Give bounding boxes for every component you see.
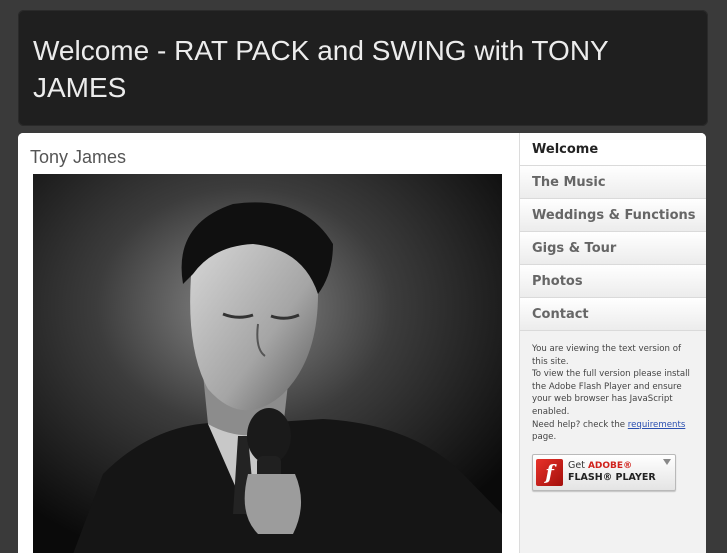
nav-item-label: Photos	[532, 273, 583, 289]
flash-notice: You are viewing the text version of this…	[532, 343, 690, 444]
site-header: Welcome - RAT PACK and SWING with TONY J…	[18, 10, 708, 126]
sidebar: Welcome The Music Weddings & Functions G…	[519, 133, 706, 553]
flash-product-text: FLASH® PLAYER	[568, 472, 656, 483]
download-arrow-icon	[663, 459, 671, 465]
main-panel: Tony James Welcome The Music Weddings & …	[18, 133, 706, 553]
singer-photo-illustration	[33, 174, 502, 553]
page-title: Welcome - RAT PACK and SWING with TONY J…	[33, 35, 609, 103]
notice-line-3-prefix: Need help? check the	[532, 419, 628, 430]
nav-item-label: Gigs & Tour	[532, 240, 617, 256]
nav-item-weddings-functions[interactable]: Weddings & Functions	[520, 199, 706, 232]
get-flash-player-button[interactable]: f Get ADOBE® FLASH® PLAYER	[532, 454, 676, 491]
content-area: Tony James	[18, 133, 519, 553]
flash-get-text: Get	[568, 460, 585, 471]
main-nav: Welcome The Music Weddings & Functions G…	[520, 133, 706, 331]
nav-item-contact[interactable]: Contact	[520, 298, 706, 331]
nav-item-label: Contact	[532, 306, 589, 322]
notice-line-2: To view the full version please install …	[532, 369, 690, 417]
nav-item-gigs-tour[interactable]: Gigs & Tour	[520, 232, 706, 265]
nav-item-the-music[interactable]: The Music	[520, 166, 706, 199]
singer-photo	[33, 174, 502, 553]
notice-line-1: You are viewing the text version of this…	[532, 344, 682, 367]
nav-item-label: The Music	[532, 174, 606, 190]
nav-item-photos[interactable]: Photos	[520, 265, 706, 298]
notice-line-3-suffix: page.	[532, 432, 557, 443]
content-heading: Tony James	[30, 147, 127, 167]
nav-item-label: Welcome	[532, 141, 599, 157]
requirements-link[interactable]: requirements	[628, 420, 686, 430]
nav-item-welcome[interactable]: Welcome	[520, 133, 706, 166]
flash-adobe-text: ADOBE®	[587, 461, 633, 471]
flash-badge-line-1: Get ADOBE®	[568, 460, 632, 471]
flash-logo-icon: f	[536, 459, 563, 486]
nav-item-label: Weddings & Functions	[532, 207, 696, 223]
